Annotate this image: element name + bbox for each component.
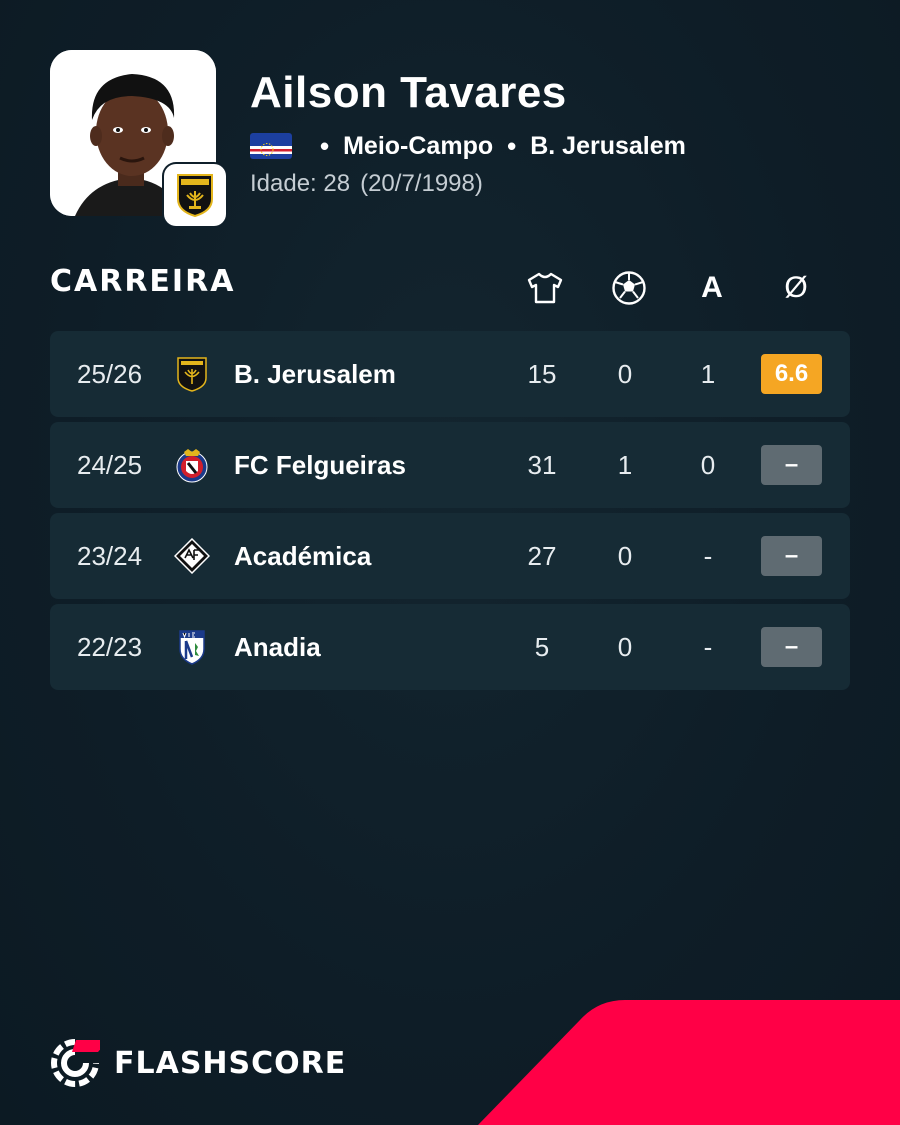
table-row: 23/24 Académica 27 0 - – — [50, 513, 850, 599]
season-cell: 23/24 — [77, 541, 143, 571]
player-age: Idade: 28 (20/7/1998) — [250, 170, 483, 198]
flashscore-brand: FLASHSCORE — [50, 1038, 346, 1088]
player-club: B. Jerusalem — [530, 131, 686, 160]
fc-felgueiras-logo-icon — [176, 449, 208, 483]
birthdate-text: (20/7/1998) — [360, 170, 483, 197]
player-name: Ailson Tavares — [250, 68, 567, 117]
appearances-cell: 31 — [527, 450, 557, 480]
age-text: Idade: 28 — [250, 170, 351, 197]
assists-cell: - — [703, 541, 713, 571]
appearances-cell: 15 — [527, 359, 557, 389]
goals-cell: 1 — [617, 450, 633, 480]
anadia-logo-icon — [179, 630, 205, 665]
season-cell: 22/23 — [77, 632, 143, 662]
assists-cell: 0 — [700, 450, 716, 480]
goals-cell: 0 — [617, 359, 633, 389]
team-name: Académica — [234, 541, 372, 571]
rating-badge: – — [761, 627, 822, 667]
career-title: CARREIRA — [50, 264, 236, 299]
appearances-cell: 5 — [534, 632, 550, 662]
season-cell: 25/26 — [77, 359, 143, 389]
flashscore-wordmark: FLASHSCORE — [114, 1045, 347, 1081]
assists-cell: 1 — [700, 359, 716, 389]
team-name: B. Jerusalem — [234, 359, 396, 389]
appearances-jersey-icon — [525, 268, 565, 308]
season-cell: 24/25 — [77, 450, 143, 480]
flashscore-logo-icon — [51, 1039, 100, 1087]
career-table: 25/26 B. Jerusalem 15 0 1 6.6 24/25 FC F… — [50, 331, 850, 695]
beitar-jerusalem-logo-icon — [177, 357, 207, 392]
table-row: 24/25 FC Felgueiras 31 1 0 – — [50, 422, 850, 508]
player-meta: • Meio-Campo • B. Jerusalem — [250, 130, 686, 162]
assists-column-label: A — [701, 271, 723, 304]
separator-dot: • — [320, 130, 330, 161]
player-position: Meio-Campo — [343, 131, 494, 160]
separator-dot: • — [507, 130, 517, 161]
rating-column-label: Ø — [784, 271, 808, 304]
rating-badge: – — [761, 536, 822, 576]
team-name: Anadia — [234, 632, 321, 662]
team-name: FC Felgueiras — [234, 450, 406, 480]
rating-badge: 6.6 — [761, 354, 822, 394]
goals-cell: 0 — [617, 541, 633, 571]
table-row: 22/23 Anadia 5 0 - – — [50, 604, 850, 690]
goals-football-icon — [609, 268, 649, 308]
table-row: 25/26 B. Jerusalem 15 0 1 6.6 — [50, 331, 850, 417]
cape-verde-flag-icon — [250, 133, 292, 159]
academica-logo-icon — [174, 538, 210, 574]
assists-cell: - — [703, 632, 713, 662]
goals-cell: 0 — [617, 632, 633, 662]
club-badge-icon — [164, 164, 226, 226]
rating-badge: – — [761, 445, 822, 485]
appearances-cell: 27 — [527, 541, 557, 571]
